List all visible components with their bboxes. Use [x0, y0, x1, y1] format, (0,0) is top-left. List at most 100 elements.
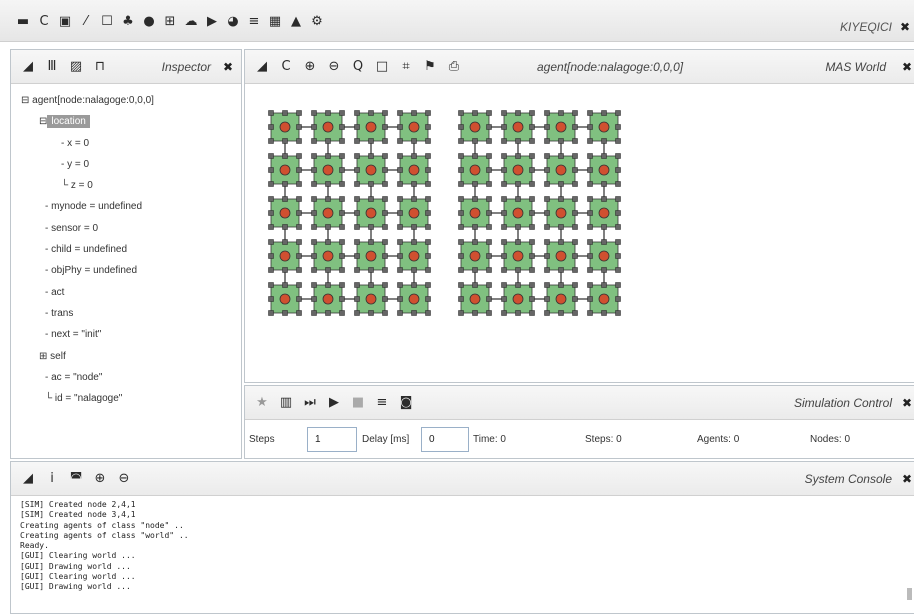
node-port[interactable] [572, 224, 578, 230]
bank-icon[interactable]: Ⅲ [43, 59, 61, 75]
sitemap-icon[interactable]: ♣ [119, 14, 137, 30]
flag-icon[interactable]: ⚑ [421, 59, 439, 75]
node-port[interactable] [339, 282, 345, 288]
node-port[interactable] [268, 210, 274, 216]
eraser-icon[interactable]: ◢ [19, 59, 37, 75]
node-port[interactable] [382, 167, 388, 173]
node-port[interactable] [515, 282, 521, 288]
node-port[interactable] [325, 310, 331, 316]
node-port[interactable] [425, 282, 431, 288]
node-port[interactable] [615, 124, 621, 130]
node-port[interactable] [615, 110, 621, 116]
node-port[interactable] [382, 253, 388, 259]
agent-marker[interactable] [365, 207, 377, 219]
node-port[interactable] [529, 253, 535, 259]
node-port[interactable] [368, 153, 374, 159]
steps-input[interactable]: 1 [307, 427, 357, 452]
node-port[interactable] [382, 282, 388, 288]
node-port[interactable] [382, 210, 388, 216]
step-icon[interactable]: ⏭ [301, 395, 319, 411]
node-port[interactable] [411, 196, 417, 202]
node-port[interactable] [354, 153, 360, 159]
agent-marker[interactable] [408, 164, 420, 176]
node-port[interactable] [354, 196, 360, 202]
agent-marker[interactable] [555, 293, 567, 305]
node-port[interactable] [486, 239, 492, 245]
node-port[interactable] [296, 310, 302, 316]
node-port[interactable] [354, 181, 360, 187]
node-port[interactable] [296, 296, 302, 302]
node-port[interactable] [587, 310, 593, 316]
node-port[interactable] [529, 138, 535, 144]
node-port[interactable] [558, 239, 564, 245]
reload-icon[interactable]: C [35, 14, 53, 30]
node-port[interactable] [587, 138, 593, 144]
node-port[interactable] [354, 310, 360, 316]
agent-marker[interactable] [322, 250, 334, 262]
node-port[interactable] [458, 110, 464, 116]
node-port[interactable] [587, 210, 593, 216]
node-port[interactable] [544, 310, 550, 316]
agent-marker[interactable] [365, 293, 377, 305]
node-port[interactable] [458, 253, 464, 259]
tree-item-z[interactable]: └ z = 0 [61, 179, 194, 200]
node-port[interactable] [411, 282, 417, 288]
search-icon[interactable]: Q [349, 59, 367, 75]
node-port[interactable] [472, 310, 478, 316]
unlock-icon[interactable]: ⊓ [91, 59, 109, 75]
node-port[interactable] [411, 224, 417, 230]
node-port[interactable] [268, 310, 274, 316]
node-port[interactable] [587, 153, 593, 159]
node-port[interactable] [368, 282, 374, 288]
node-port[interactable] [501, 196, 507, 202]
node-port[interactable] [354, 110, 360, 116]
node-port[interactable] [268, 296, 274, 302]
node-port[interactable] [515, 138, 521, 144]
node-port[interactable] [558, 224, 564, 230]
node-port[interactable] [558, 110, 564, 116]
close-icon[interactable]: ✖ [900, 20, 910, 34]
node-port[interactable] [601, 267, 607, 273]
node-port[interactable] [572, 196, 578, 202]
node-port[interactable] [572, 267, 578, 273]
node-port[interactable] [382, 267, 388, 273]
node-port[interactable] [268, 253, 274, 259]
node-port[interactable] [354, 167, 360, 173]
node-port[interactable] [282, 153, 288, 159]
node-port[interactable] [615, 181, 621, 187]
node-port[interactable] [558, 310, 564, 316]
node-port[interactable] [529, 181, 535, 187]
trash-icon[interactable]: ▥ [277, 395, 295, 411]
node-port[interactable] [368, 110, 374, 116]
close-icon[interactable]: ✖ [902, 472, 912, 486]
node-port[interactable] [544, 282, 550, 288]
node-port[interactable] [515, 224, 521, 230]
node-port[interactable] [425, 153, 431, 159]
node-port[interactable] [458, 210, 464, 216]
node-port[interactable] [501, 253, 507, 259]
node-port[interactable] [382, 310, 388, 316]
node-port[interactable] [354, 124, 360, 130]
node-port[interactable] [296, 267, 302, 273]
node-port[interactable] [458, 224, 464, 230]
node-port[interactable] [397, 253, 403, 259]
node-port[interactable] [486, 296, 492, 302]
node-port[interactable] [615, 310, 621, 316]
node-port[interactable] [587, 124, 593, 130]
node-port[interactable] [486, 167, 492, 173]
node-port[interactable] [515, 110, 521, 116]
agent-marker[interactable] [408, 250, 420, 262]
node-port[interactable] [458, 138, 464, 144]
node-port[interactable] [558, 267, 564, 273]
node-port[interactable] [339, 224, 345, 230]
node-port[interactable] [296, 181, 302, 187]
node-port[interactable] [425, 181, 431, 187]
camera-icon[interactable]: ◙ [397, 395, 415, 411]
node-port[interactable] [515, 196, 521, 202]
node-port[interactable] [458, 239, 464, 245]
node-port[interactable] [529, 282, 535, 288]
node-port[interactable] [397, 138, 403, 144]
node-port[interactable] [486, 210, 492, 216]
node-port[interactable] [544, 196, 550, 202]
node-port[interactable] [544, 296, 550, 302]
